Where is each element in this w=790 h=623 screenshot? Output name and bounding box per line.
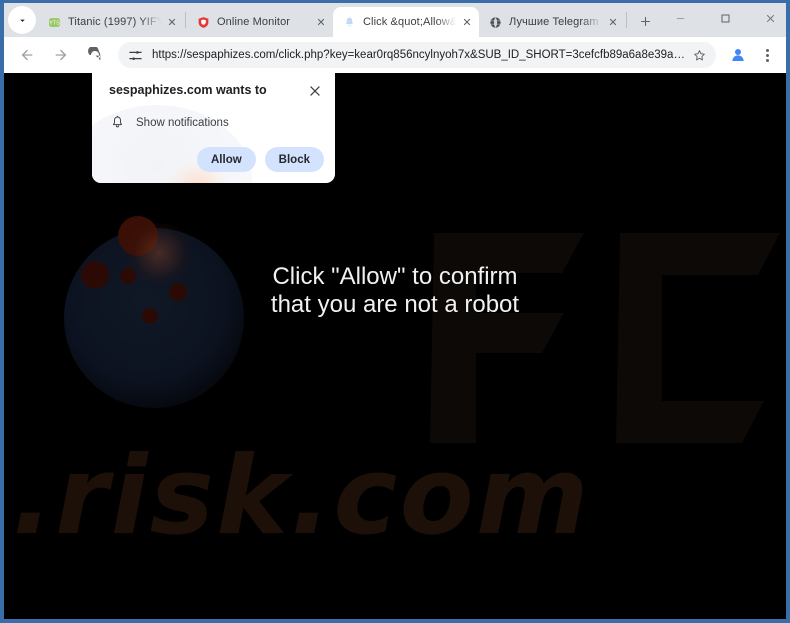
bookmark-star-button[interactable] — [688, 44, 710, 66]
menu-dot — [765, 58, 769, 62]
dialog-header: sespaphizes.com wants to — [109, 82, 324, 100]
dialog-actions: Allow Block — [109, 147, 324, 172]
pcrisk-logo-watermark — [430, 233, 780, 443]
window-controls — [658, 3, 786, 37]
allow-button[interactable]: Allow — [197, 147, 256, 172]
tab-close-button[interactable]: ✕ — [164, 14, 180, 30]
notification-permission-dialog[interactable]: sespaphizes.com wants to Show notificati… — [92, 73, 335, 183]
watermark-glow — [124, 223, 194, 283]
tab-click-allow[interactable]: Click &quot;Allow&qu ✕ — [333, 7, 479, 37]
back-button[interactable] — [13, 41, 41, 69]
blob-dot — [142, 308, 158, 324]
tab-title: Titanic (1997) YIFY - Do — [68, 16, 164, 28]
permission-row: Show notifications — [109, 114, 324, 131]
page-viewport: .risk.com Click "Allow" to confirm that … — [4, 73, 786, 619]
three-dot-menu-button[interactable] — [756, 43, 778, 67]
maximize-button[interactable] — [703, 3, 748, 33]
tab-close-button[interactable]: ✕ — [313, 14, 329, 30]
tune-sliders-icon[interactable] — [127, 47, 144, 64]
blob-dot — [169, 283, 187, 301]
shield-icon — [196, 15, 210, 29]
bell-icon — [109, 114, 126, 131]
star-icon — [693, 49, 705, 60]
page-message-line-1: Click "Allow" to confirm — [272, 263, 518, 290]
tab-titanic[interactable]: YTS Titanic (1997) YIFY - Do ✕ — [38, 7, 184, 37]
block-button[interactable]: Block — [264, 147, 324, 172]
dialog-title: sespaphizes.com wants to — [109, 83, 267, 97]
blob-dot — [120, 268, 136, 284]
arrow-right-icon — [55, 49, 67, 61]
maximize-icon — [721, 14, 730, 22]
forward-button[interactable] — [47, 41, 75, 69]
tab-close-button[interactable]: ✕ — [605, 14, 621, 30]
browser-toolbar: https://sespaphizes.com/click.php?key=ke… — [4, 37, 786, 73]
plus-icon — [640, 16, 650, 26]
menu-dot — [765, 48, 769, 52]
permission-label: Show notifications — [136, 116, 229, 129]
page-message: Click "Allow" to confirm that you are no… — [4, 263, 786, 320]
reload-icon — [88, 47, 101, 61]
tab-divider — [626, 12, 627, 28]
profile-avatar[interactable] — [727, 44, 749, 66]
menu-dot — [765, 53, 769, 57]
new-tab-button[interactable] — [632, 8, 658, 34]
dialog-close-button[interactable] — [306, 82, 324, 100]
url-text[interactable]: https://sespaphizes.com/click.php?key=ke… — [152, 49, 688, 61]
yts-icon: YTS — [47, 15, 61, 29]
address-bar[interactable]: https://sespaphizes.com/click.php?key=ke… — [118, 42, 716, 68]
reload-button[interactable] — [81, 41, 109, 69]
account-avatar-icon — [732, 49, 744, 61]
tab-title: Online Monitor — [217, 16, 291, 28]
minimize-icon — [676, 17, 685, 19]
arrow-left-icon — [21, 49, 33, 61]
minimize-button[interactable] — [658, 3, 703, 33]
risk-com-watermark: .risk.com — [12, 434, 591, 559]
close-icon — [310, 86, 320, 96]
chevron-down-icon — [19, 19, 25, 22]
tab-strip: YTS Titanic (1997) YIFY - Do ✕ Online Mo… — [4, 3, 786, 37]
tab-search-button[interactable] — [8, 6, 36, 34]
blob-dot — [81, 261, 109, 289]
tab-title: Click &quot;Allow&qu — [363, 16, 459, 28]
virus-graphic-watermark — [64, 216, 244, 408]
tab-telegram-channels[interactable]: Лучшие Telegram кана ✕ — [479, 7, 625, 37]
tab-close-button[interactable]: ✕ — [459, 14, 475, 30]
tab-online-monitor[interactable]: Online Monitor ✕ — [187, 7, 333, 37]
browser-window: YTS Titanic (1997) YIFY - Do ✕ Online Mo… — [4, 3, 786, 619]
close-icon — [766, 14, 775, 22]
tab-title: Лучшие Telegram кана — [509, 16, 605, 28]
svg-text:YTS: YTS — [49, 20, 60, 26]
globe-icon — [488, 15, 502, 29]
tab-divider — [185, 12, 186, 28]
close-window-button[interactable] — [748, 3, 786, 33]
page-message-line-2: that you are not a robot — [270, 291, 520, 319]
browser-window-frame: YTS Titanic (1997) YIFY - Do ✕ Online Mo… — [0, 0, 790, 623]
bell-icon — [342, 15, 356, 29]
blob-dot — [118, 216, 158, 256]
